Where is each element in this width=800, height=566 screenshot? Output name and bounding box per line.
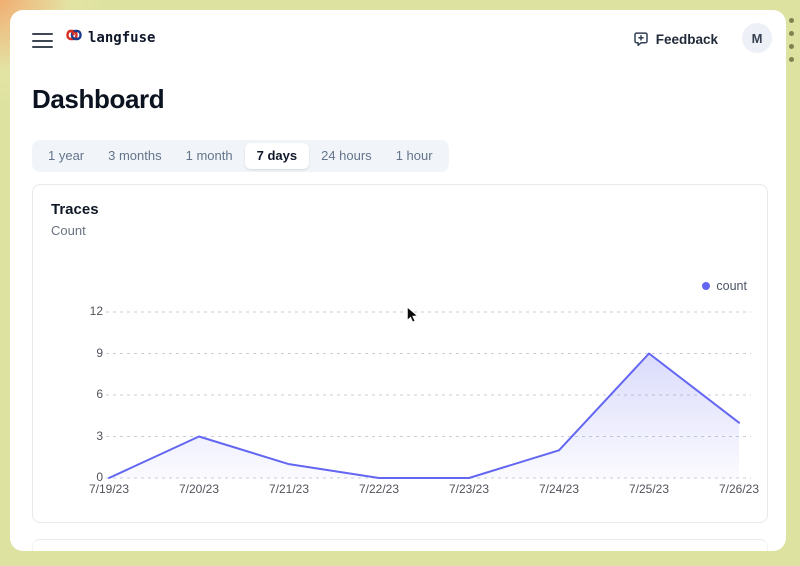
top-bar: langfuse Feedback M (10, 10, 786, 68)
feedback-button[interactable]: Feedback (623, 25, 728, 53)
feedback-label: Feedback (656, 32, 718, 47)
tab-1-hour[interactable]: 1 hour (384, 143, 445, 169)
x-axis-tick: 7/20/23 (167, 482, 231, 496)
x-axis-tick: 7/25/23 (617, 482, 681, 496)
page-title: Dashboard (32, 84, 164, 115)
x-axis-tick: 7/23/23 (437, 482, 501, 496)
x-axis-tick: 7/21/23 (257, 482, 321, 496)
time-range-tabs: 1 year 3 months 1 month 7 days 24 hours … (32, 140, 449, 172)
tab-3-months[interactable]: 3 months (96, 143, 173, 169)
brand-name: langfuse (88, 30, 155, 46)
tab-7-days[interactable]: 7 days (245, 143, 309, 169)
x-axis-tick: 7/24/23 (527, 482, 591, 496)
next-card-top-edge (32, 539, 768, 551)
tab-24-hours[interactable]: 24 hours (309, 143, 384, 169)
user-avatar[interactable]: M (742, 23, 772, 53)
frame-dot (789, 18, 794, 23)
screen: { "header": { "brand": "langfuse", "feed… (0, 0, 800, 566)
frame-dot (789, 31, 794, 36)
brand-logo[interactable]: langfuse (66, 28, 155, 47)
y-axis-tick: 12 (56, 304, 103, 318)
y-axis-tick: 9 (56, 346, 103, 360)
tab-1-month[interactable]: 1 month (174, 143, 245, 169)
message-square-plus-icon (633, 31, 649, 47)
tab-1-year[interactable]: 1 year (36, 143, 96, 169)
traces-chart: 0369127/19/237/20/237/21/237/22/237/23/2… (33, 185, 769, 524)
traces-card: Traces Count count 0369127/19/237/20/237… (32, 184, 768, 523)
x-axis-tick: 7/26/23 (707, 482, 771, 496)
x-axis-tick: 7/19/23 (77, 482, 141, 496)
y-axis-tick: 3 (56, 429, 103, 443)
avatar-initial: M (752, 31, 763, 46)
frame-dot (789, 57, 794, 62)
frame-dot (789, 44, 794, 49)
app-window: langfuse Feedback M Dashboard 1 year 3 m… (10, 10, 786, 551)
menu-icon[interactable] (32, 33, 53, 48)
chart-canvas (33, 185, 769, 524)
y-axis-tick: 6 (56, 387, 103, 401)
area-fill (109, 354, 739, 479)
knot-icon (66, 28, 82, 47)
x-axis-tick: 7/22/23 (347, 482, 411, 496)
